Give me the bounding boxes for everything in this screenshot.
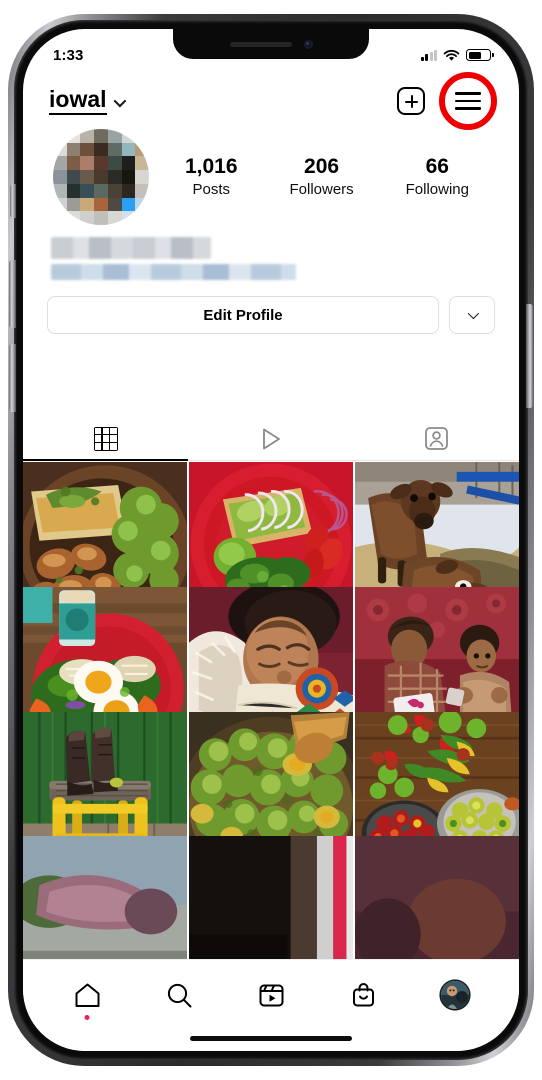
volume-up-button[interactable] bbox=[9, 260, 16, 328]
profile-action-buttons: Edit Profile bbox=[47, 296, 495, 334]
phone-screen: 1:33 iowal 1,016 Posts 206 Followers 66 … bbox=[23, 29, 519, 1051]
chevron-down-icon bbox=[467, 307, 480, 320]
cellular-signal-icon bbox=[420, 49, 437, 61]
status-icons bbox=[420, 49, 494, 62]
stat-posts[interactable]: 1,016 Posts bbox=[185, 154, 238, 200]
stat-posts-value: 1,016 bbox=[184, 155, 238, 179]
nav-search[interactable] bbox=[153, 974, 205, 1016]
tagged-person-icon bbox=[424, 427, 448, 450]
notch bbox=[173, 29, 369, 59]
front-camera-icon bbox=[303, 39, 313, 49]
stat-followers-value: 206 bbox=[304, 155, 340, 179]
battery-icon bbox=[466, 49, 494, 61]
stat-followers-label: Followers bbox=[289, 181, 354, 199]
menu-highlight-ring bbox=[439, 72, 497, 130]
power-button[interactable] bbox=[526, 304, 533, 408]
profile-dropdown-button[interactable] bbox=[449, 296, 495, 334]
profile-avatar-blurred[interactable] bbox=[53, 129, 149, 225]
profile-section: 1,016 Posts 206 Followers 66 Following E… bbox=[23, 129, 519, 334]
photo-grid bbox=[23, 462, 519, 959]
silent-switch-button[interactable] bbox=[10, 184, 16, 218]
play-triangle-icon bbox=[263, 428, 280, 449]
status-time: 1:33 bbox=[53, 46, 84, 64]
page-title: iowal bbox=[49, 86, 107, 115]
stat-following-value: 66 bbox=[425, 155, 449, 179]
app-header: iowal bbox=[23, 72, 519, 130]
header-actions bbox=[397, 72, 497, 130]
search-icon bbox=[167, 983, 191, 1007]
nav-reels[interactable] bbox=[245, 974, 297, 1016]
home-badge-dot bbox=[84, 1015, 90, 1020]
tab-tagged[interactable] bbox=[354, 417, 519, 460]
phone-frame: 1:33 iowal 1,016 Posts 206 Followers 66 … bbox=[8, 14, 534, 1066]
stat-following-label: Following bbox=[405, 181, 469, 199]
home-indicator bbox=[190, 1035, 352, 1041]
nav-home[interactable] bbox=[61, 974, 113, 1020]
stat-following[interactable]: 66 Following bbox=[406, 154, 469, 200]
nav-shop[interactable] bbox=[337, 974, 389, 1016]
profile-tabs bbox=[23, 417, 519, 461]
stat-followers[interactable]: 206 Followers bbox=[289, 154, 353, 200]
bio-name-line bbox=[51, 237, 211, 259]
earpiece-speaker-icon bbox=[229, 41, 292, 47]
nav-profile[interactable] bbox=[429, 974, 481, 1016]
phone-bezel: 1:33 iowal 1,016 Posts 206 Followers 66 … bbox=[9, 20, 533, 1060]
hamburger-menu-icon[interactable] bbox=[455, 91, 481, 111]
profile-bio-blurred bbox=[47, 237, 495, 280]
wifi-icon bbox=[443, 49, 460, 61]
plus-square-icon[interactable] bbox=[397, 87, 425, 115]
tab-reels[interactable] bbox=[188, 417, 353, 460]
photo-cell[interactable] bbox=[355, 836, 519, 959]
profile-stats: 1,016 Posts 206 Followers 66 Following bbox=[149, 154, 495, 200]
edit-profile-button[interactable]: Edit Profile bbox=[47, 296, 439, 334]
grid-icon bbox=[93, 426, 118, 451]
tab-grid[interactable] bbox=[23, 417, 189, 461]
battery-fill bbox=[468, 51, 481, 59]
stat-posts-label: Posts bbox=[192, 181, 230, 199]
profile-top-row: 1,016 Posts 206 Followers 66 Following bbox=[47, 129, 495, 225]
username-dropdown[interactable]: iowal bbox=[49, 86, 126, 115]
photo-cell[interactable] bbox=[23, 836, 187, 959]
bio-link-line[interactable] bbox=[51, 264, 296, 280]
profile-avatar-icon bbox=[441, 981, 469, 1009]
home-icon bbox=[75, 983, 99, 1007]
reels-icon bbox=[259, 984, 283, 1006]
volume-down-button[interactable] bbox=[9, 344, 16, 412]
shop-bag-icon bbox=[352, 982, 374, 1006]
chevron-down-icon bbox=[113, 94, 126, 108]
photo-cell[interactable] bbox=[189, 836, 353, 959]
